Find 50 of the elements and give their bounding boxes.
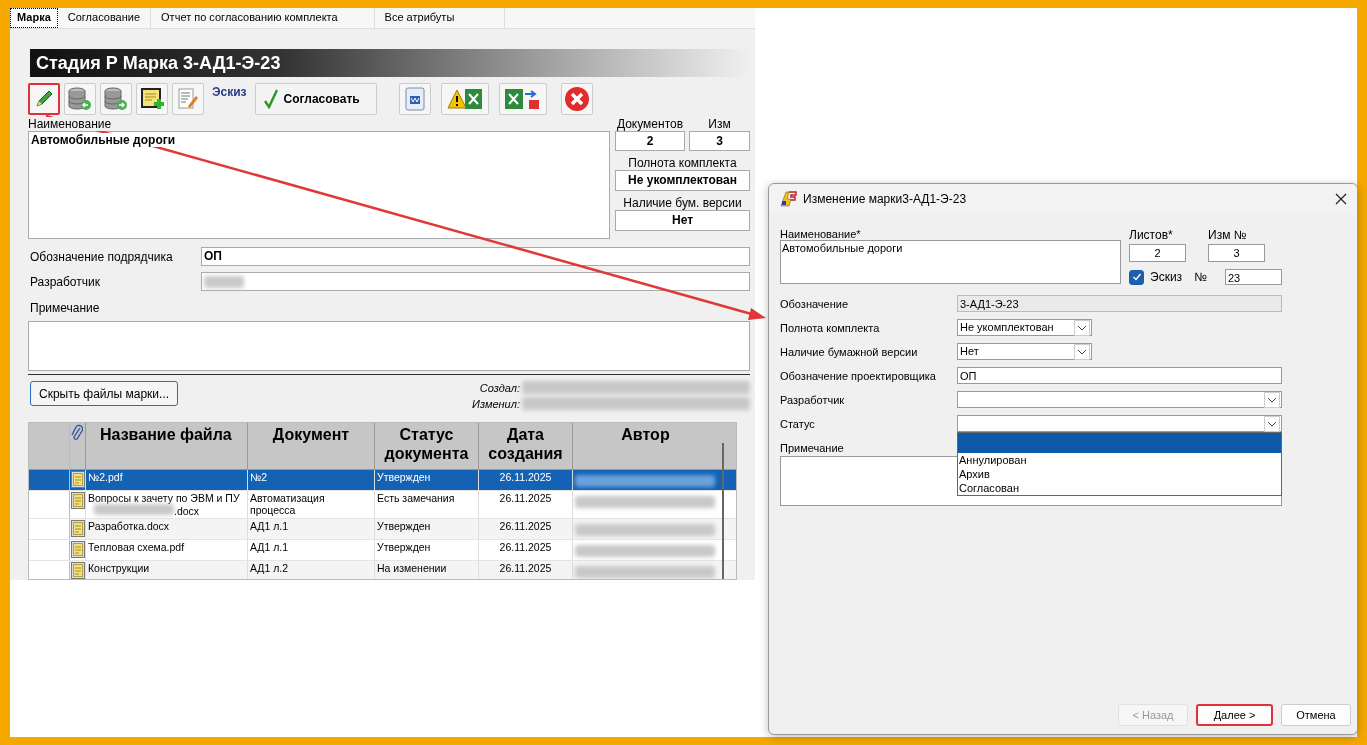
note-label: Примечание bbox=[780, 442, 844, 454]
audit-label: Изменил: bbox=[472, 397, 520, 410]
paper-version-value: Нет bbox=[615, 210, 750, 231]
completeness-value: Не укомплектован bbox=[615, 170, 750, 191]
table-cell: АД1 л.2 bbox=[247, 561, 374, 579]
table-cell: 26.11.2025 bbox=[478, 519, 572, 539]
revision-count: 3 bbox=[689, 131, 750, 151]
table-cell: Вопросы к зачету по ЭВМ и ПУ bbox=[88, 492, 240, 504]
table-cell: .docx bbox=[174, 505, 200, 517]
field-label: Разработчик bbox=[780, 393, 846, 406]
revision-label: Изм № bbox=[1208, 228, 1247, 242]
note-label: Примечание bbox=[30, 301, 101, 315]
field-label: Обозначение подрядчика bbox=[30, 249, 174, 264]
table-cell: АД1 л.1 bbox=[247, 519, 374, 539]
documents-label: Документов bbox=[616, 117, 684, 131]
sketch-label: Эскиз bbox=[1150, 270, 1183, 284]
table-cell: АД1 л.1 bbox=[247, 540, 374, 560]
paper-version-label: Наличие бум. версии bbox=[622, 196, 743, 210]
field-label: Разработчик bbox=[30, 274, 101, 289]
table-cell: Автоматизация процесса bbox=[247, 491, 374, 518]
table-cell: Утвержден bbox=[374, 519, 478, 539]
table-cell: 26.11.2025 bbox=[478, 470, 572, 490]
table-cell: Утвержден bbox=[374, 540, 478, 560]
audit-label: Создал: bbox=[479, 381, 520, 394]
table-cell: Есть замечания bbox=[374, 491, 478, 518]
readonly-field: 3-АД1-Э-23 bbox=[957, 295, 1282, 312]
sheets-label: Листов* bbox=[1129, 228, 1173, 242]
table-cell: На изменении bbox=[374, 561, 478, 579]
table-cell: №2 bbox=[247, 470, 374, 490]
table-cell: Утвержден bbox=[374, 470, 478, 490]
table-cell: 26.11.2025 bbox=[478, 491, 572, 518]
field-label: Обозначение bbox=[780, 297, 850, 310]
field-label: Наличие бумажной версии bbox=[780, 345, 919, 358]
field-label: Полнота комплекта bbox=[780, 321, 881, 334]
table-cell: Конструкции bbox=[88, 562, 150, 574]
table-cell: Тепловая схема.pdf bbox=[88, 541, 185, 553]
table-cell: Разработка.docx bbox=[88, 520, 170, 532]
table-cell: №2.pdf bbox=[88, 471, 123, 483]
field-label: Обозначение проектировщика bbox=[780, 369, 937, 382]
table-cell: 26.11.2025 bbox=[478, 540, 572, 560]
number-label: № bbox=[1194, 270, 1207, 284]
name-label: Наименование* bbox=[780, 228, 861, 240]
table-cell: 26.11.2025 bbox=[478, 561, 572, 579]
completeness-label: Полнота комплекта bbox=[627, 156, 738, 170]
stage-title: Стадия Р Марка 3-АД1-Э-23 bbox=[35, 52, 281, 74]
field-label: Статус bbox=[780, 417, 816, 430]
revision-label: Изм bbox=[708, 117, 731, 131]
documents-count: 2 bbox=[615, 131, 685, 151]
dialog-title: Изменение марки3-АД1-Э-23 bbox=[803, 192, 968, 206]
sketch-label: Эскиз bbox=[211, 84, 248, 101]
